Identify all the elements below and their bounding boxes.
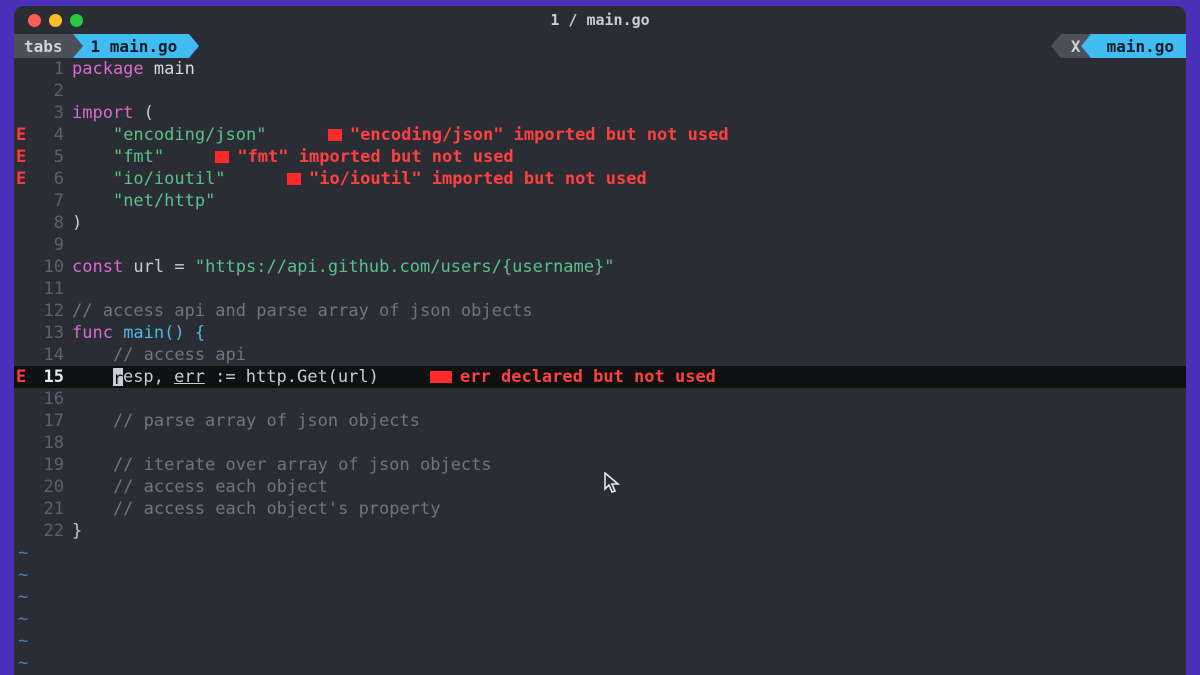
code-line[interactable]: 18 xyxy=(14,432,1186,454)
gutter xyxy=(14,58,30,80)
line-number: 22 xyxy=(30,520,72,542)
empty-line-tilde: ~ xyxy=(14,586,1186,608)
tabline-spacer xyxy=(189,34,1061,58)
empty-line-tilde: ~ xyxy=(14,652,1186,674)
error-marker: E xyxy=(14,146,30,168)
line-number: 12 xyxy=(30,300,72,322)
code-line[interactable]: 11 xyxy=(14,278,1186,300)
code-line[interactable]: 7 "net/http" xyxy=(14,190,1186,212)
code-line[interactable]: 8 ) xyxy=(14,212,1186,234)
code-line[interactable]: 12 // access api and parse array of json… xyxy=(14,300,1186,322)
code-line[interactable]: 3 import ( xyxy=(14,102,1186,124)
window-title: 1 / main.go xyxy=(14,11,1186,29)
line-number: 16 xyxy=(30,388,72,410)
tab-main-go[interactable]: 1 main.go xyxy=(73,34,190,58)
line-number: 6 xyxy=(30,168,72,190)
error-icon xyxy=(215,151,229,163)
line-number: 14 xyxy=(30,344,72,366)
code-line[interactable]: 16 xyxy=(14,388,1186,410)
diagnostic-text: err declared but not used xyxy=(430,367,716,387)
line-number: 13 xyxy=(30,322,72,344)
code-line[interactable]: 22 } xyxy=(14,520,1186,542)
code-line[interactable]: 17 // parse array of json objects xyxy=(14,410,1186,432)
line-number: 3 xyxy=(30,102,72,124)
code-line[interactable]: E 4 "encoding/json" "encoding/json" impo… xyxy=(14,124,1186,146)
code-line[interactable]: 10 const url = "https://api.github.com/u… xyxy=(14,256,1186,278)
editor-area[interactable]: 1 package main 2 3 import ( E 4 "encodin… xyxy=(14,58,1186,675)
line-number: 4 xyxy=(30,124,72,146)
line-number: 11 xyxy=(30,278,72,300)
line-number: 9 xyxy=(30,234,72,256)
zoom-icon[interactable] xyxy=(70,14,83,27)
error-icon xyxy=(287,173,301,185)
editor-window: 1 / main.go tabs 1 main.go X main.go 1 p… xyxy=(14,6,1186,675)
empty-line-tilde: ~ xyxy=(14,564,1186,586)
line-number: 21 xyxy=(30,498,72,520)
code-line[interactable]: 14 // access api xyxy=(14,344,1186,366)
code-line[interactable]: 1 package main xyxy=(14,58,1186,80)
code-line[interactable]: 13 func main() { xyxy=(14,322,1186,344)
line-number: 19 xyxy=(30,454,72,476)
minimize-icon[interactable] xyxy=(49,14,62,27)
diagnostic-text: "encoding/json" imported but not used xyxy=(328,125,729,145)
line-number: 20 xyxy=(30,476,72,498)
tabline: tabs 1 main.go X main.go xyxy=(14,34,1186,58)
empty-line-tilde: ~ xyxy=(14,608,1186,630)
error-marker: E xyxy=(14,124,30,146)
line-number: 7 xyxy=(30,190,72,212)
code-text: package main xyxy=(72,58,195,80)
tab-filename-right[interactable]: main.go xyxy=(1091,34,1186,58)
error-icon xyxy=(430,371,452,383)
line-number: 1 xyxy=(30,58,72,80)
close-icon[interactable] xyxy=(28,14,41,27)
code-line[interactable]: 9 xyxy=(14,234,1186,256)
code-line[interactable]: 2 xyxy=(14,80,1186,102)
code-line[interactable]: 21 // access each object's property xyxy=(14,498,1186,520)
titlebar: 1 / main.go xyxy=(14,6,1186,34)
code-line[interactable]: 19 // iterate over array of json objects xyxy=(14,454,1186,476)
cursor-icon: r xyxy=(113,368,123,386)
line-number: 17 xyxy=(30,410,72,432)
line-number: 18 xyxy=(30,432,72,454)
line-number: 5 xyxy=(30,146,72,168)
line-number: 15 xyxy=(30,366,72,388)
error-marker: E xyxy=(14,366,30,388)
empty-line-tilde: ~ xyxy=(14,542,1186,564)
code-line-current[interactable]: E 15 resp, err := http.Get(url) err decl… xyxy=(14,366,1186,388)
code-line[interactable]: 20 // access each object xyxy=(14,476,1186,498)
error-marker: E xyxy=(14,168,30,190)
code-line[interactable]: E 6 "io/ioutil" "io/ioutil" imported but… xyxy=(14,168,1186,190)
line-number: 2 xyxy=(30,80,72,102)
traffic-lights xyxy=(14,14,83,27)
line-number: 8 xyxy=(30,212,72,234)
empty-line-tilde: ~ xyxy=(14,630,1186,652)
diagnostic-text: "fmt" imported but not used xyxy=(215,147,513,167)
tabs-label: tabs xyxy=(14,34,73,58)
error-icon xyxy=(328,129,342,141)
line-number: 10 xyxy=(30,256,72,278)
diagnostic-text: "io/ioutil" imported but not used xyxy=(287,169,647,189)
code-line[interactable]: E 5 "fmt" "fmt" imported but not used xyxy=(14,146,1186,168)
